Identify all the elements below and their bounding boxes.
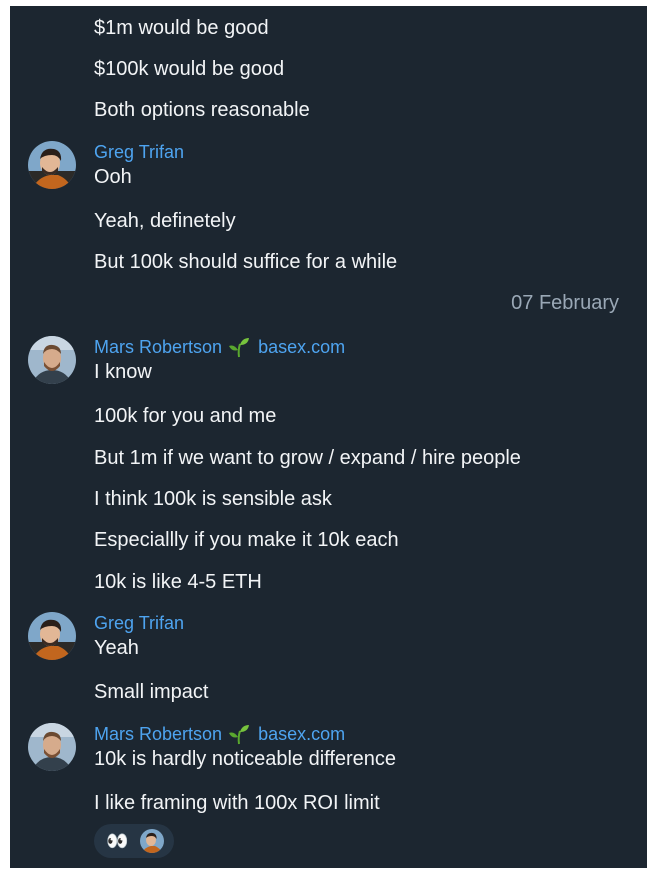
sender-name-text: Mars Robertson xyxy=(94,724,223,744)
message-text: Small impact xyxy=(94,681,209,703)
sprout-icon xyxy=(228,723,250,745)
mars-robertson-avatar[interactable] xyxy=(28,723,76,771)
sender-name-text: Greg Trifan xyxy=(94,142,185,162)
message-text: $1m would be good xyxy=(94,17,269,39)
message-text: Yeah, definetely xyxy=(94,210,236,232)
reactor-avatar xyxy=(140,829,164,853)
reaction-badge[interactable]: 👀 xyxy=(94,824,174,858)
chat-history[interactable]: $1m would be good $100k would be good Bo… xyxy=(10,6,647,868)
sender-name[interactable]: Greg Trifan xyxy=(94,141,184,163)
sender-org: basex.com xyxy=(258,724,346,744)
message-text: 10k is like 4-5 ETH xyxy=(94,571,262,593)
message-text: Especiallly if you make it 10k each xyxy=(94,529,399,551)
sender-name[interactable]: Mars Robertson basex.com xyxy=(94,723,345,745)
message-text: 10k is hardly noticeable difference xyxy=(94,748,397,770)
mars-robertson-avatar[interactable] xyxy=(28,336,76,384)
message-text: But 100k should suffice for a while xyxy=(94,251,398,273)
sender-name-text: Greg Trifan xyxy=(94,613,185,633)
message-text: I know xyxy=(94,361,152,383)
date-separator: 07 February xyxy=(511,292,619,314)
message-text: Ooh xyxy=(94,166,132,188)
message-text: I think 100k is sensible ask xyxy=(94,488,332,510)
message-text: 100k for you and me xyxy=(94,405,277,427)
greg-trifan-avatar[interactable] xyxy=(28,141,76,189)
sprout-icon xyxy=(228,336,250,358)
sender-name[interactable]: Greg Trifan xyxy=(94,612,184,634)
message-text: Both options reasonable xyxy=(94,99,310,121)
message-text: Yeah xyxy=(94,637,139,659)
sender-name-text: Mars Robertson xyxy=(94,337,223,357)
greg-trifan-avatar[interactable] xyxy=(28,612,76,660)
message-text: $100k would be good xyxy=(94,58,285,80)
sender-name[interactable]: Mars Robertson basex.com xyxy=(94,336,345,358)
eyes-emoji: 👀 xyxy=(106,831,128,851)
sender-org: basex.com xyxy=(258,337,346,357)
message-text: But 1m if we want to grow / expand / hir… xyxy=(94,447,521,469)
message-text: I like framing with 100x ROI limit xyxy=(94,792,380,814)
